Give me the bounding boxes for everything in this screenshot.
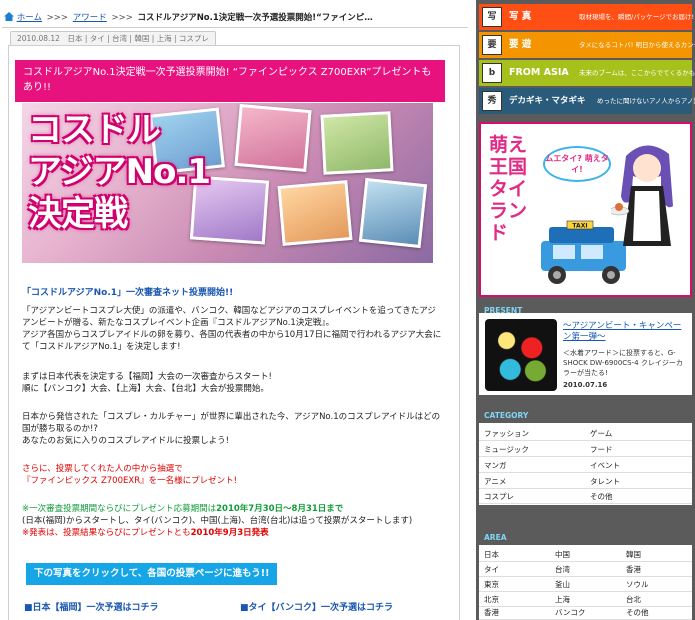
paragraph-line: 日本から発信された「コスプレ・カルチャー」が世界に輩出された今、アジアNo.1の… <box>22 412 441 434</box>
banner-title-line: 決定戦 <box>28 194 128 234</box>
cosplay-photo <box>234 103 312 173</box>
category-item[interactable]: タレント <box>585 474 692 489</box>
promo-speech-bubble: ムエタイ? 萌えタイ! <box>543 146 611 182</box>
vote-instruction-banner: 下の写真をクリックして、各国の投票ページに進もう!! <box>26 563 278 585</box>
page: ホーム >>> アワード >>> コスドルアジアNo.1決定戦一次予選投票開始!… <box>0 0 695 620</box>
nav-label: デカギキ・マタギキ <box>509 96 586 106</box>
breadcrumb-separator: >>> <box>111 13 133 23</box>
paragraph-line: アジア各国からコスプレアイドルの卵を募り、各国の代表者の中から10月17日に福岡… <box>22 330 442 352</box>
event-banner-image[interactable]: コスドル アジアNo.1 決定戦 <box>22 103 433 263</box>
period-value: 2010年7月30日〜8月31日まで <box>216 504 344 514</box>
cosplay-photo <box>320 111 394 175</box>
category-item[interactable]: その他 <box>585 489 692 504</box>
category-item[interactable]: ミュージック <box>479 442 585 457</box>
category-item[interactable]: コスプレ <box>479 489 585 504</box>
area-item[interactable]: 日本 <box>479 547 550 562</box>
moe-thailand-promo-banner[interactable]: 萌え王国タイランド ムエタイ? 萌えタイ! TAXI <box>479 122 692 297</box>
nav-label: FROM ASIA <box>509 67 569 78</box>
article-headline: コスドルアジアNo.1決定戦一次予選投票開始! “ファインピックス Z700EX… <box>15 60 445 102</box>
breadcrumb-home-link[interactable]: ホーム <box>17 13 42 23</box>
nav-sub: 未来のブームは、ここからでてくるかも!? <box>579 69 695 77</box>
category-item[interactable]: アニメ <box>479 474 585 489</box>
paragraph-line: 「アジアンビートコスプレ大使」の派遣や、バンコク、韓国などアジアのコスプレイベン… <box>22 306 436 328</box>
category-heading: CATEGORY <box>484 411 529 420</box>
banner-title-line: コスドル <box>28 110 161 150</box>
nav-label: 要 遊 <box>509 39 532 50</box>
announce-line: ※発表は、投票結果ならびにプレゼントとも2010年9月3日発表 <box>22 527 442 539</box>
paragraph-culture: 日本から発信された「コスプレ・カルチャー」が世界に輩出された今、アジアNo.1の… <box>22 411 442 447</box>
nav-sub: 取材現場を、瞬間/パッケージでお届け! <box>579 13 695 21</box>
present-date: 2010.07.16 <box>563 381 608 389</box>
area-list: 日本 中国 韓国 タイ 台湾 香港 東京 釜山 ソウル 北京 上海 台北 香港 … <box>479 545 692 620</box>
paragraph-line: 『ファインピックス Z700EXR』を一名様にプレゼント! <box>22 476 238 486</box>
paragraph-line: まずは日本代表を決定する【福岡】大会の一次審査からスタート! <box>22 372 272 382</box>
photo-icon: 写 <box>482 7 502 27</box>
announce-label: ※発表は、投票結果ならびにプレゼントとも <box>22 528 191 538</box>
vote-link-thailand[interactable]: ■タイ【バンコク】一次予選はコチラ <box>240 600 393 613</box>
category-item[interactable]: イベント <box>585 458 692 473</box>
area-item[interactable]: 台湾 <box>550 562 621 577</box>
vote-link-japan[interactable]: ■日本【福岡】一次予選はコチラ <box>24 600 159 613</box>
present-description: ＜水着アワード＞に投票すると、G-SHOCK DW-6900CS-4 クレイジー… <box>563 349 683 377</box>
period-line: ※一次審査投票期間ならびにプレゼント応募期間は2010年7月30日〜8月31日ま… <box>22 503 442 515</box>
article-subtitle: 「コスドルアジアNo.1」一次審査ネット投票開始!! <box>22 288 234 298</box>
area-heading: AREA <box>484 533 507 542</box>
gshock-watch-image[interactable] <box>485 319 557 391</box>
breadcrumb-current: コスドルアジアNo.1決定戦一次予選投票開始!“ファインピ… <box>137 13 373 23</box>
paragraph-period: ※一次審査投票期間ならびにプレゼント応募期間は2010年7月30日〜8月31日ま… <box>22 503 442 539</box>
present-box: 〜アジアンビート・キャンペーン第一弾〜 ＜水着アワード＞に投票すると、G-SHO… <box>479 313 692 395</box>
area-item[interactable]: 釜山 <box>550 577 621 592</box>
nav-dekagiki[interactable]: 秀 デカギキ・マタギキ めったに聞けないアノ人からアノ話! <box>479 88 695 114</box>
category-item[interactable]: ファッション <box>479 426 585 441</box>
nav-from-asia[interactable]: b FROM ASIA 未来のブームは、ここからでてくるかも!? <box>479 60 695 86</box>
area-item[interactable]: 中国 <box>550 547 621 562</box>
area-item[interactable]: 韓国 <box>621 547 692 562</box>
nav-yoyu[interactable]: 要 要 遊 タメになるコトバ! 明日から使えるカンタン! <box>479 32 695 58</box>
banner-title-line: アジアNo.1 <box>28 152 211 192</box>
nav-sub: めったに聞けないアノ人からアノ話! <box>597 97 695 105</box>
article-meta-tags[interactable]: 2010.08.12 日本 | タイ | 台湾 | 韓国 | 上海 | コスプレ <box>10 31 216 45</box>
category-item[interactable]: マンガ <box>479 458 585 473</box>
paragraph-line: 順に【バンコク】大会、【上海】大会、【台北】大会が投票開始。 <box>22 384 269 394</box>
divider <box>2 27 468 28</box>
banner-title: コスドル アジアNo.1 決定戦 <box>28 109 228 235</box>
announce-value: 2010年9月3日発表 <box>190 528 269 538</box>
main-column: ホーム >>> アワード >>> コスドルアジアNo.1決定戦一次予選投票開始!… <box>0 0 470 620</box>
category-list: ファッション ゲーム ミュージック フード マンガ イベント アニメ タレント … <box>479 423 692 505</box>
area-item[interactable]: 香港 <box>621 562 692 577</box>
period-note: (日本(福岡)からスタートし、タイ(バンコク)、中国(上海)、台湾(台北)は追っ… <box>22 516 413 526</box>
maid-character-illustration <box>611 145 673 286</box>
cosplay-photo <box>358 177 428 249</box>
area-item[interactable]: バンコク <box>550 605 621 620</box>
paragraph-intro: 「アジアンビートコスプレ大使」の派遣や、バンコク、韓国などアジアのコスプレイベン… <box>22 305 442 353</box>
b-logo-icon: b <box>482 63 502 83</box>
present-title-link[interactable]: 〜アジアンビート・キャンペーン第一弾〜 <box>563 321 688 343</box>
sidebar: 写 写 真 取材現場を、瞬間/パッケージでお届け! 要 要 遊 タメになるコトバ… <box>476 0 695 620</box>
nav-sub: タメになるコトバ! 明日から使えるカンタン! <box>579 41 695 49</box>
yoyu-icon: 要 <box>482 35 502 55</box>
taxi-sign-text: TAXI <box>572 223 587 230</box>
paragraph-line: あなたのお気に入りのコスプレアイドルに投票しよう! <box>22 436 229 446</box>
cosplay-photo <box>277 180 353 246</box>
breadcrumb-award-link[interactable]: アワード <box>73 13 107 23</box>
area-item[interactable]: 香港 <box>479 605 550 620</box>
dekagiki-icon: 秀 <box>482 91 502 111</box>
area-item[interactable]: その他 <box>621 605 692 620</box>
category-item[interactable]: フード <box>585 442 692 457</box>
nav-photo[interactable]: 写 写 真 取材現場を、瞬間/パッケージでお届け! <box>479 4 695 30</box>
paragraph-schedule: まずは日本代表を決定する【福岡】大会の一次審査からスタート! 順に【バンコク】大… <box>22 371 442 395</box>
paragraph-present: さらに、投票してくれた人の中から抽選で 『ファインピックス Z700EXR』を一… <box>22 463 442 487</box>
promo-title: 萌え王国タイランド <box>489 134 528 244</box>
nav-label: 写 真 <box>509 11 532 22</box>
home-icon <box>4 12 14 21</box>
area-item[interactable]: ソウル <box>621 577 692 592</box>
area-item[interactable]: タイ <box>479 562 550 577</box>
category-item[interactable]: ゲーム <box>585 426 692 441</box>
breadcrumb-separator: >>> <box>46 13 69 23</box>
breadcrumb: ホーム >>> アワード >>> コスドルアジアNo.1決定戦一次予選投票開始!… <box>0 10 470 26</box>
period-label: ※一次審査投票期間ならびにプレゼント応募期間は <box>22 504 217 514</box>
paragraph-line: さらに、投票してくれた人の中から抽選で <box>22 464 183 474</box>
area-item[interactable]: 東京 <box>479 577 550 592</box>
